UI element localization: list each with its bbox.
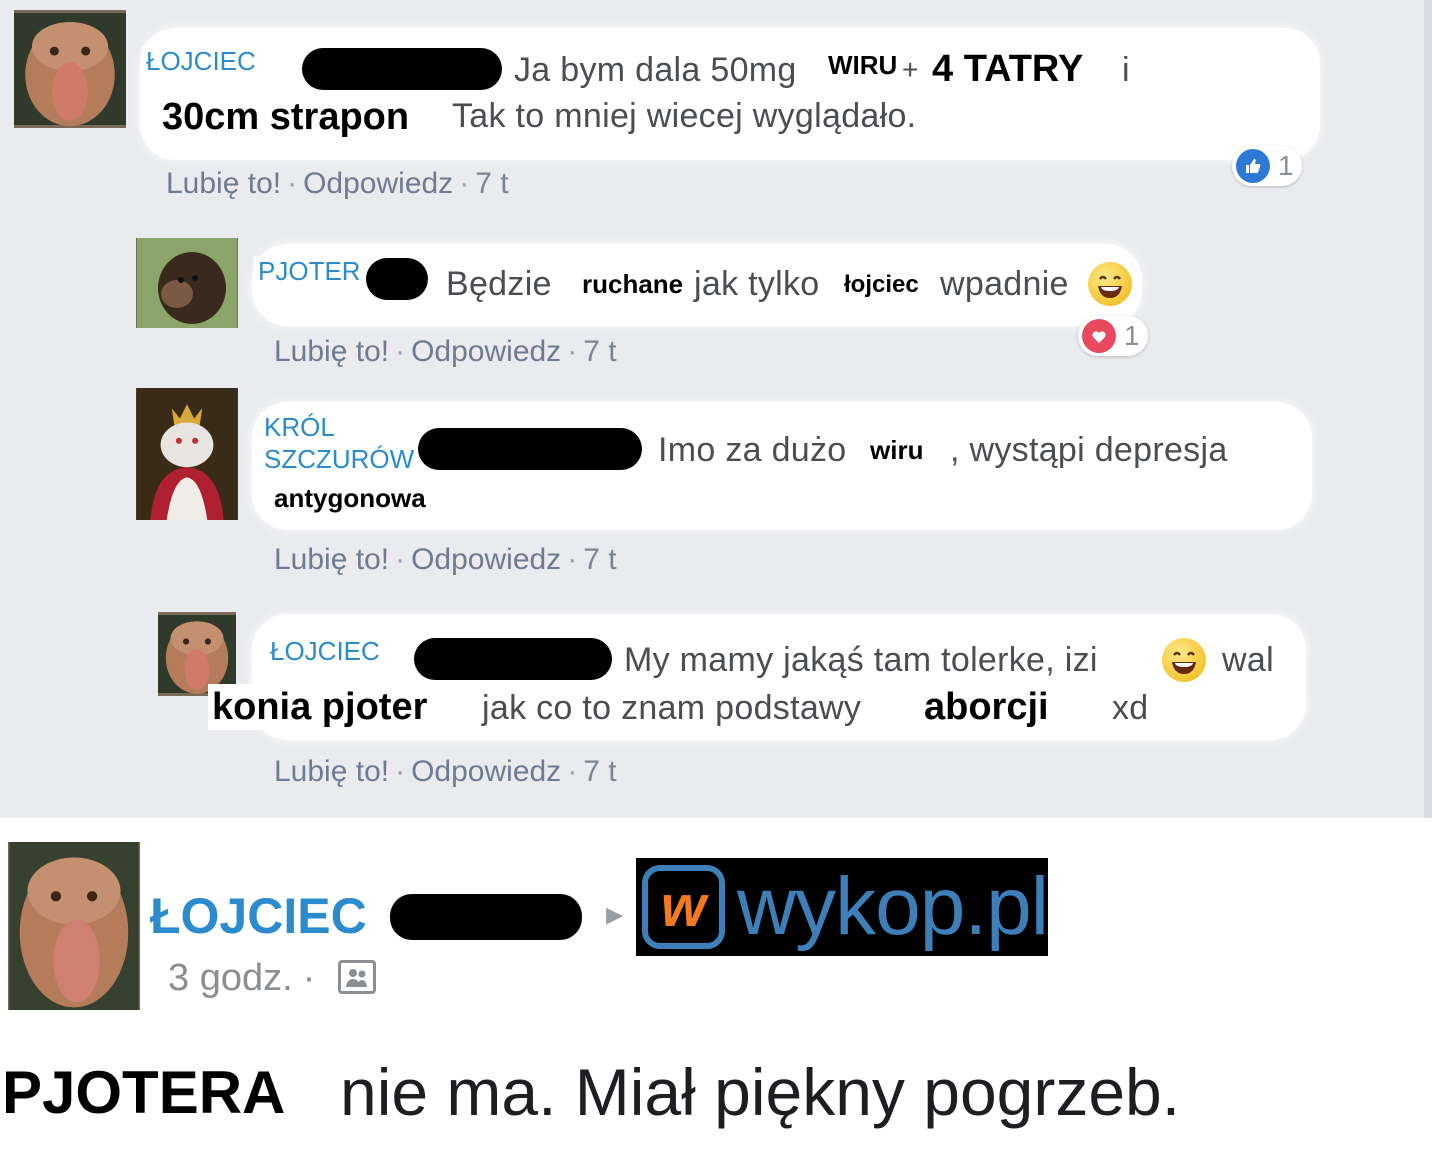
post-text: nie ma. Miał piękny pogrzeb. — [340, 1055, 1181, 1129]
comment-text: Tak to mniej wiecej wyglądało. — [452, 97, 917, 135]
comment-overlay-text: 30cm strapon — [158, 94, 414, 140]
redaction-bar — [302, 48, 502, 90]
comment-author[interactable]: ŁOJCIEC — [142, 46, 288, 76]
like-icon — [1236, 149, 1270, 183]
wykop-w-icon: w — [642, 865, 725, 949]
wykop-logo[interactable]: w wykop.pl — [636, 858, 1049, 956]
post-author[interactable]: ŁOJCIEC — [150, 886, 367, 946]
separator-dot: · — [302, 957, 316, 999]
timestamp[interactable]: 7 t — [583, 543, 616, 576]
comment-text: + — [902, 54, 919, 85]
proboscis-monkey-icon — [9, 842, 139, 1010]
post-timestamp[interactable]: 3 godz. — [168, 957, 293, 999]
comment-text: Imo za dużo — [658, 431, 847, 469]
reply-link[interactable]: Odpowiedz — [411, 755, 561, 788]
post-meta: 3 godz. · — [168, 956, 325, 1000]
comment-overlay-text: ruchane — [578, 268, 688, 300]
redaction-bar — [390, 894, 582, 940]
comment-overlay-text: wiru — [866, 434, 938, 466]
avatar-krol-szczurow[interactable] — [136, 388, 238, 520]
comment-text: wal — [1222, 641, 1274, 679]
redaction-bar — [414, 638, 612, 680]
comment-overlay-text: konia pjoter — [208, 684, 442, 730]
redaction-bar — [418, 428, 642, 470]
reaction-count[interactable]: 1 — [1078, 316, 1148, 356]
comment-text: Ja bym dala 50mg — [514, 51, 797, 89]
separator-dot: · — [567, 543, 578, 576]
share-arrow-icon: ▸ — [606, 895, 624, 933]
timestamp[interactable]: 7 t — [583, 755, 616, 788]
comment-overlay-text: łojciec — [840, 270, 923, 300]
like-link[interactable]: Lubię to! — [166, 167, 281, 200]
comment-actions: Lubię to! · Odpowiedz · 7 t — [274, 754, 617, 790]
scrollbar[interactable] — [1424, 0, 1432, 818]
separator-dot: · — [287, 167, 298, 200]
laughing-emoji-icon — [1162, 638, 1206, 682]
wykop-text: wykop.pl — [736, 861, 1049, 952]
comment-author[interactable]: KRÓL — [260, 412, 339, 442]
heart-icon — [1082, 319, 1116, 353]
comment-text: , wystąpi depresja — [950, 431, 1228, 469]
separator-dot: · — [395, 335, 406, 368]
reaction-number: 1 — [1278, 150, 1294, 181]
reaction-count[interactable]: 1 — [1232, 146, 1302, 186]
comment-text: wpadnie — [940, 265, 1069, 303]
reply-link[interactable]: Odpowiedz — [411, 335, 561, 368]
comment-text: jak co to znam podstawy — [482, 689, 862, 727]
avatar-pjoter[interactable] — [136, 238, 238, 328]
separator-dot: · — [567, 755, 578, 788]
comment-overlay-text: 4 TATRY — [928, 46, 1088, 92]
comment-overlay-text: antygonowa — [270, 482, 506, 514]
reaction-number: 1 — [1124, 320, 1140, 351]
redaction-bar — [366, 258, 428, 300]
comment-overlay-text: WIRU — [824, 50, 902, 80]
avatar-lojciec[interactable] — [14, 10, 126, 128]
comment-thread: ŁOJCIEC Ja bym dala 50mg WIRU + 4 TATRY … — [0, 0, 1432, 818]
like-link[interactable]: Lubię to! — [274, 335, 389, 368]
comment-overlay-text: aborcji — [920, 684, 1069, 730]
separator-dot: · — [395, 755, 406, 788]
separator-dot: · — [459, 167, 470, 200]
comment-text: Będzie — [446, 265, 552, 303]
separator-dot: · — [395, 543, 406, 576]
reply-link[interactable]: Odpowiedz — [303, 167, 453, 200]
comment-author[interactable]: PJOTER — [254, 256, 365, 286]
comment-text: i — [1122, 51, 1130, 89]
proboscis-monkey-icon — [14, 13, 126, 127]
comment-actions: Lubię to! · Odpowiedz · 7 t — [274, 334, 617, 370]
comment-actions: Lubię to! · Odpowiedz · 7 t — [166, 166, 509, 202]
laughing-emoji-icon — [1088, 262, 1132, 306]
comment-actions: Lubię to! · Odpowiedz · 7 t — [274, 542, 617, 578]
separator-dot: · — [567, 335, 578, 368]
comment-author[interactable]: ŁOJCIEC — [266, 636, 410, 666]
reply-link[interactable]: Odpowiedz — [411, 543, 561, 576]
comment-text: xd — [1112, 689, 1149, 727]
like-link[interactable]: Lubię to! — [274, 543, 389, 576]
crowned-rat-icon — [136, 388, 238, 520]
friends-icon[interactable] — [338, 960, 376, 994]
like-link[interactable]: Lubię to! — [274, 755, 389, 788]
post-author-avatar[interactable] — [8, 842, 140, 1010]
comment-text: jak tylko — [694, 265, 820, 303]
post-overlay-text: PJOTERA — [0, 1058, 288, 1128]
timestamp[interactable]: 7 t — [583, 335, 616, 368]
comment-author[interactable]: SZCZURÓW — [260, 444, 419, 474]
comment-text: My mamy jakąś tam tolerke, izi — [624, 641, 1098, 679]
monkey-icon — [137, 238, 237, 328]
timestamp[interactable]: 7 t — [475, 167, 508, 200]
